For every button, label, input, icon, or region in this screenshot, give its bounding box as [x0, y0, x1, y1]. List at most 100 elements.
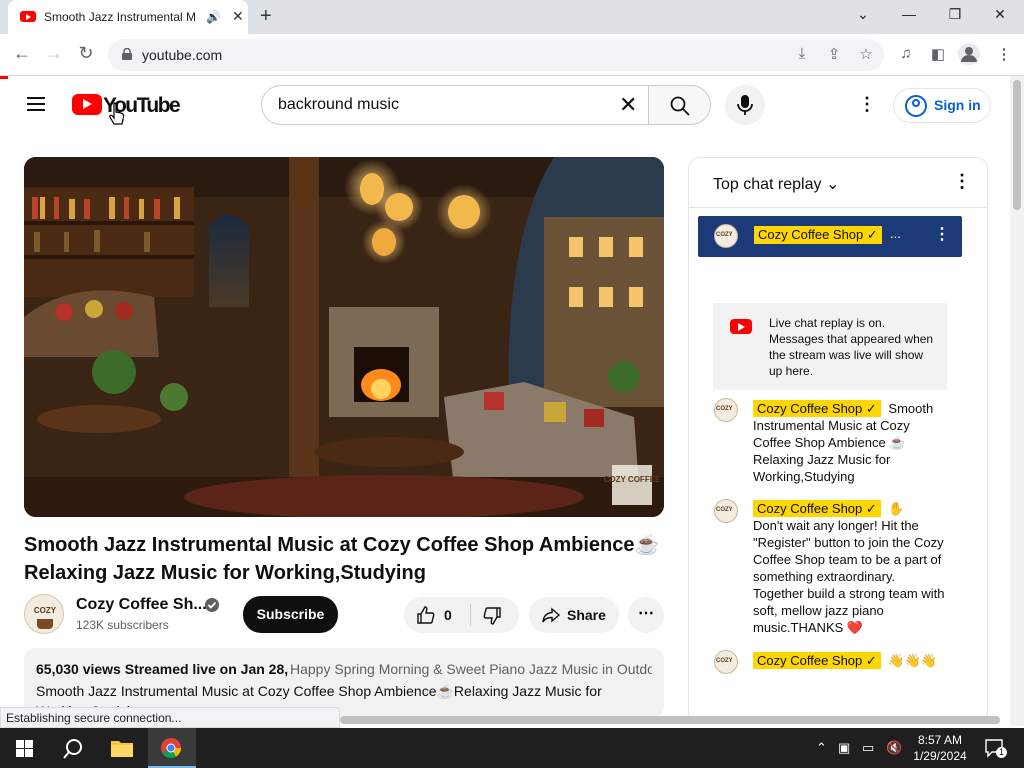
- channel-name[interactable]: Cozy Coffee Sh...: [76, 596, 207, 614]
- browser-toolbar: ← → ↻ youtube.com ⤓ ⇪ ☆ ♫ ◧ ⋮: [0, 34, 1024, 76]
- action-center-button[interactable]: 1: [984, 738, 1007, 758]
- chevron-down-icon: ⌄: [825, 176, 840, 193]
- browser-status-bar: Establishing secure connection...: [0, 707, 340, 728]
- restore-button[interactable]: ❐: [945, 6, 965, 23]
- video-title: Smooth Jazz Instrumental Music at Cozy C…: [24, 534, 660, 584]
- tab-title: Smooth Jazz Instrumental M: [44, 10, 197, 24]
- new-tab-button[interactable]: +: [260, 5, 272, 28]
- forward-button[interactable]: →: [42, 43, 66, 64]
- like-count: 0: [444, 607, 452, 623]
- chat-author-avatar: [714, 499, 738, 523]
- back-button[interactable]: ←: [10, 43, 34, 64]
- media-control-icon[interactable]: ♫: [896, 45, 916, 65]
- scrollbar-thumb[interactable]: [1013, 80, 1021, 210]
- taskbar-search-button[interactable]: [48, 728, 96, 768]
- system-clock[interactable]: 8:57 AM 1/29/2024: [912, 732, 968, 764]
- search-input[interactable]: backround music ✕: [261, 85, 649, 125]
- window-close-button[interactable]: ✕: [990, 6, 1010, 23]
- speaker-icon[interactable]: 🔊: [206, 10, 221, 24]
- show-hidden-icons-chevron[interactable]: ⌃: [816, 740, 827, 756]
- chrome-icon: [161, 738, 181, 758]
- clock-date: 1/29/2024: [913, 749, 967, 763]
- share-page-icon[interactable]: ⇪: [824, 45, 844, 65]
- dislike-icon[interactable]: [482, 606, 502, 626]
- chat-menu-kebab-icon[interactable]: ⋮: [953, 171, 971, 192]
- pinned-author-badge: Cozy Coffee Shop ✓: [754, 226, 882, 244]
- like-divider: [470, 604, 471, 626]
- chat-author-avatar: [714, 650, 738, 674]
- lock-icon: [122, 48, 132, 60]
- chrome-taskbar-button[interactable]: [148, 728, 196, 768]
- account-icon: [905, 95, 927, 117]
- sign-in-button[interactable]: Sign in: [893, 88, 991, 123]
- security-tray-icon[interactable]: ▣: [838, 740, 850, 756]
- chat-mode-dropdown[interactable]: Top chat replay ⌄: [713, 174, 839, 194]
- chat-mode-label: Top chat replay: [713, 176, 822, 193]
- windows-taskbar: ⌃ ▣ ▭ 🔇 8:57 AM 1/29/2024 1: [0, 728, 1024, 768]
- page-scrollbar[interactable]: [1010, 76, 1024, 726]
- microphone-icon: [737, 95, 753, 115]
- chat-message: Cozy Coffee Shop ✓ 👋👋👋: [753, 652, 949, 669]
- minimize-button[interactable]: —: [899, 6, 919, 22]
- subscribe-button[interactable]: Subscribe: [243, 596, 338, 633]
- description-hashtags[interactable]: Happy Spring Morning & Sweet Piano Jazz …: [290, 661, 652, 677]
- install-icon[interactable]: ⤓: [792, 45, 812, 65]
- search-icon: [670, 96, 690, 116]
- share-label: Share: [567, 607, 606, 623]
- youtube-favicon-icon: [20, 11, 36, 22]
- tab-search-icon[interactable]: ⌄: [853, 6, 873, 23]
- chat-replay-notice: Live chat replay is on. Messages that ap…: [713, 303, 947, 390]
- tab-close-icon[interactable]: ✕: [232, 8, 244, 25]
- chat-author-badge[interactable]: Cozy Coffee Shop ✓: [753, 400, 881, 417]
- volume-muted-tray-icon[interactable]: 🔇: [886, 740, 902, 756]
- like-icon[interactable]: [416, 605, 436, 625]
- address-bar[interactable]: youtube.com: [108, 39, 884, 71]
- hamburger-menu-icon[interactable]: [27, 97, 45, 111]
- bookmark-star-icon[interactable]: ☆: [856, 45, 876, 65]
- chat-author-avatar: [714, 398, 738, 422]
- notification-count-badge: 1: [996, 747, 1007, 758]
- video-thumbnail-scene: COZY COFFEE: [24, 157, 664, 517]
- chat-header: Top chat replay ⌄ ⋮: [689, 158, 987, 208]
- more-actions-button[interactable]: ⋯: [628, 597, 664, 633]
- channel-avatar[interactable]: COZY: [24, 594, 64, 634]
- raised-hand-emoji: ✋: [888, 501, 905, 516]
- live-chat-panel: Top chat replay ⌄ ⋮ Cozy Coffee Shop ✓ .…: [688, 157, 988, 717]
- sign-in-label: Sign in: [934, 97, 981, 113]
- windows-logo-icon: [16, 740, 33, 757]
- search-query-text: backround music: [278, 96, 399, 113]
- horizontal-scrollbar-thumb[interactable]: [340, 716, 1000, 724]
- reload-button[interactable]: ↻: [74, 43, 98, 64]
- file-explorer-button[interactable]: [98, 728, 146, 768]
- network-tray-icon[interactable]: ▭: [862, 740, 874, 756]
- profile-avatar-icon[interactable]: [958, 43, 980, 65]
- chat-message: Cozy Coffee Shop ✓ ✋ Don't wait any long…: [753, 500, 949, 636]
- url-text: youtube.com: [142, 47, 223, 63]
- waving-hands-emoji: 👋👋👋: [888, 653, 937, 668]
- pinned-text-ellipsis: ...: [890, 226, 901, 241]
- settings-kebab-icon[interactable]: ⋮: [858, 94, 876, 115]
- pinned-author-avatar: [714, 224, 738, 248]
- video-player[interactable]: COZY COFFEE: [24, 157, 664, 517]
- pinned-menu-kebab-icon[interactable]: ⋮: [934, 224, 950, 244]
- chat-author-badge[interactable]: Cozy Coffee Shop ✓: [753, 652, 881, 669]
- search-icon: [63, 739, 82, 759]
- view-count-date: 65,030 views Streamed live on Jan 28,: [36, 661, 289, 677]
- share-button[interactable]: Share: [529, 597, 619, 633]
- start-button[interactable]: [0, 728, 48, 768]
- youtube-header: YouTube backround music ✕ ⋮ Sign in: [0, 80, 1010, 132]
- chrome-menu-icon[interactable]: ⋮: [994, 45, 1014, 65]
- verified-badge-icon: [205, 598, 219, 612]
- chat-message: Cozy Coffee Shop ✓ Smooth Instrumental M…: [753, 400, 949, 485]
- share-arrow-icon: [542, 607, 561, 623]
- youtube-notice-icon: [730, 319, 752, 334]
- search-button[interactable]: [648, 85, 711, 125]
- mouse-cursor-icon: [109, 102, 125, 125]
- side-panel-icon[interactable]: ◧: [928, 45, 948, 65]
- chat-author-badge[interactable]: Cozy Coffee Shop ✓: [753, 500, 881, 517]
- like-dislike-group: 0: [404, 597, 519, 633]
- clear-search-icon[interactable]: ✕: [619, 92, 637, 118]
- voice-search-button[interactable]: [725, 85, 765, 125]
- pinned-message-banner[interactable]: Cozy Coffee Shop ✓ ... ⋮: [698, 216, 962, 257]
- browser-tab[interactable]: Smooth Jazz Instrumental M 🔊 ✕: [8, 0, 248, 34]
